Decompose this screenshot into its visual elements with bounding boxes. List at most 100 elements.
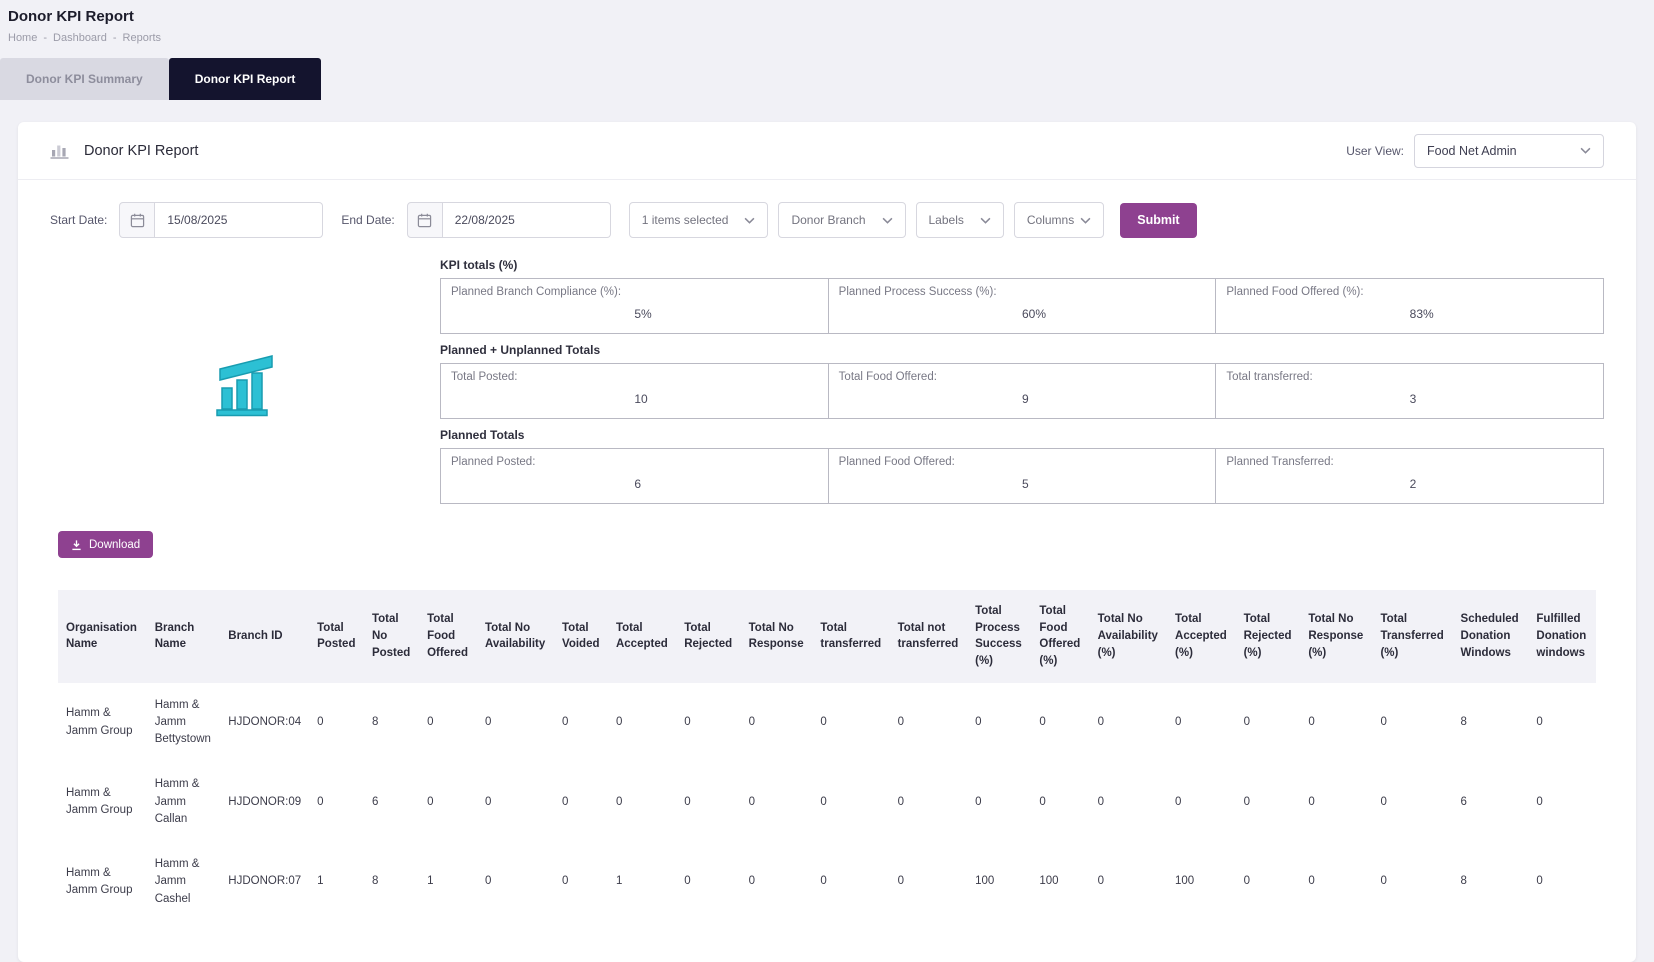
- table-cell: Hamm & Jamm Group: [58, 842, 147, 922]
- dropdown-label: Donor Branch: [791, 213, 865, 227]
- column-header: Fulfilled Donation windows: [1528, 590, 1596, 683]
- table-cell: Hamm & Jamm Group: [58, 683, 147, 763]
- column-header: Branch Name: [147, 590, 221, 683]
- column-header: Total Voided: [554, 590, 608, 683]
- report-table: Organisation NameBranch NameBranch IDTot…: [58, 590, 1596, 922]
- table-cell: 0: [309, 683, 364, 763]
- table-cell: 100: [967, 842, 1031, 922]
- page-header: Donor KPI Report Home - Dashboard - Repo…: [0, 0, 1654, 44]
- column-header: Branch ID: [220, 590, 309, 683]
- table-cell: 0: [477, 762, 554, 842]
- table-cell: 0: [419, 683, 477, 763]
- download-button-label: Download: [89, 539, 140, 551]
- table-row: Hamm & Jamm GroupHamm & Jamm CallanHJDON…: [58, 762, 1596, 842]
- tab-donor-kpi-report[interactable]: Donor KPI Report: [169, 58, 322, 100]
- table-cell: Hamm & Jamm Bettystown: [147, 683, 221, 763]
- breadcrumb-home[interactable]: Home: [8, 32, 37, 44]
- user-view-label: User View:: [1346, 144, 1404, 158]
- user-view-group: User View: Food Net Admin: [1346, 134, 1604, 168]
- column-header: Total Food Offered: [419, 590, 477, 683]
- user-view-select[interactable]: Food Net Admin: [1414, 134, 1604, 168]
- table-cell: 8: [1453, 842, 1529, 922]
- end-date-input[interactable]: [443, 202, 611, 238]
- kpi-cell-label: Total Food Offered:: [839, 371, 1206, 383]
- table-cell: 0: [1528, 762, 1596, 842]
- kpi-row: Total Posted:10Total Food Offered:9Total…: [440, 363, 1604, 419]
- table-header-row: Organisation NameBranch NameBranch IDTot…: [58, 590, 1596, 683]
- columns-dropdown[interactable]: Columns: [1014, 202, 1104, 238]
- column-header: Total Accepted (%): [1167, 590, 1236, 683]
- table-body: Hamm & Jamm GroupHamm & Jamm BettystownH…: [58, 683, 1596, 922]
- download-icon: [71, 539, 82, 551]
- submit-button[interactable]: Submit: [1120, 203, 1196, 238]
- kpi-section-heading: Planned Totals: [440, 428, 1604, 442]
- table-cell: 6: [364, 762, 419, 842]
- page-title: Donor KPI Report: [8, 8, 1646, 25]
- table-row: Hamm & Jamm GroupHamm & Jamm BettystownH…: [58, 683, 1596, 763]
- table-cell: 0: [554, 842, 608, 922]
- donor-branch-dropdown[interactable]: Donor Branch: [778, 202, 905, 238]
- labels-dropdown[interactable]: Labels: [916, 202, 1004, 238]
- dropdown-label: Columns: [1027, 213, 1074, 227]
- table-cell: 0: [608, 683, 676, 763]
- calendar-icon[interactable]: [119, 202, 155, 238]
- table-cell: 0: [1236, 842, 1301, 922]
- kpi-cell-label: Planned Process Success (%):: [839, 286, 1206, 298]
- bar-chart-icon: [50, 142, 70, 159]
- breadcrumb-separator: -: [113, 32, 117, 44]
- table-cell: 0: [676, 842, 740, 922]
- table-cell: HJDONOR:04: [220, 683, 309, 763]
- column-header: Total No Availability (%): [1090, 590, 1167, 683]
- table-cell: 0: [477, 683, 554, 763]
- start-date-label: Start Date:: [50, 213, 107, 227]
- table-cell: 0: [812, 762, 889, 842]
- download-button[interactable]: Download: [58, 531, 153, 558]
- column-header: Total Food Offered (%): [1031, 590, 1089, 683]
- table-cell: 0: [1031, 683, 1089, 763]
- start-date-input[interactable]: [155, 202, 323, 238]
- breadcrumb-reports[interactable]: Reports: [123, 32, 162, 44]
- kpi-cell: Planned Branch Compliance (%):5%: [441, 279, 829, 333]
- table-cell: HJDONOR:07: [220, 842, 309, 922]
- column-header: Total No Posted: [364, 590, 419, 683]
- tab-donor-kpi-summary[interactable]: Donor KPI Summary: [0, 58, 169, 100]
- kpi-cell-value: 3: [1410, 392, 1593, 406]
- report-table-wrap: Organisation NameBranch NameBranch IDTot…: [58, 590, 1596, 922]
- items-selected-dropdown[interactable]: 1 items selected: [629, 202, 769, 238]
- chevron-down-icon: [744, 217, 755, 224]
- table-cell: 0: [1167, 762, 1236, 842]
- kpi-cell-value: 60%: [1022, 307, 1205, 321]
- table-cell: 0: [1528, 683, 1596, 763]
- kpi-cell: Planned Posted:6: [441, 449, 829, 503]
- breadcrumb-dashboard[interactable]: Dashboard: [53, 32, 107, 44]
- table-cell: 0: [1372, 762, 1452, 842]
- table-cell: 0: [477, 842, 554, 922]
- table-cell: 0: [554, 762, 608, 842]
- chevron-down-icon: [882, 217, 893, 224]
- table-cell: 0: [1300, 762, 1372, 842]
- table-cell: 0: [812, 842, 889, 922]
- kpi-cell: Total Posted:10: [441, 364, 829, 418]
- chevron-down-icon: [1580, 147, 1591, 154]
- table-cell: 0: [309, 762, 364, 842]
- calendar-icon[interactable]: [407, 202, 443, 238]
- column-header: Total Process Success (%): [967, 590, 1031, 683]
- kpi-cell-value: 2: [1410, 477, 1593, 491]
- kpi-cell-value: 5%: [634, 307, 817, 321]
- table-cell: Hamm & Jamm Callan: [147, 762, 221, 842]
- column-header: Total Transferred (%): [1372, 590, 1452, 683]
- user-view-selected-value: Food Net Admin: [1427, 144, 1517, 158]
- column-header: Scheduled Donation Windows: [1453, 590, 1529, 683]
- table-cell: 0: [890, 762, 968, 842]
- table-cell: HJDONOR:09: [220, 762, 309, 842]
- kpi-cell-label: Total transferred:: [1226, 371, 1593, 383]
- kpi-cell-value: 83%: [1410, 307, 1593, 321]
- kpi-cell-label: Planned Food Offered:: [839, 456, 1206, 468]
- kpi-cell: Planned Food Offered (%):83%: [1216, 279, 1603, 333]
- card-header: Donor KPI Report User View: Food Net Adm…: [18, 122, 1636, 180]
- column-header: Total Posted: [309, 590, 364, 683]
- table-cell: 0: [1031, 762, 1089, 842]
- table-cell: 0: [1236, 683, 1301, 763]
- table-cell: 0: [608, 762, 676, 842]
- column-header: Organisation Name: [58, 590, 147, 683]
